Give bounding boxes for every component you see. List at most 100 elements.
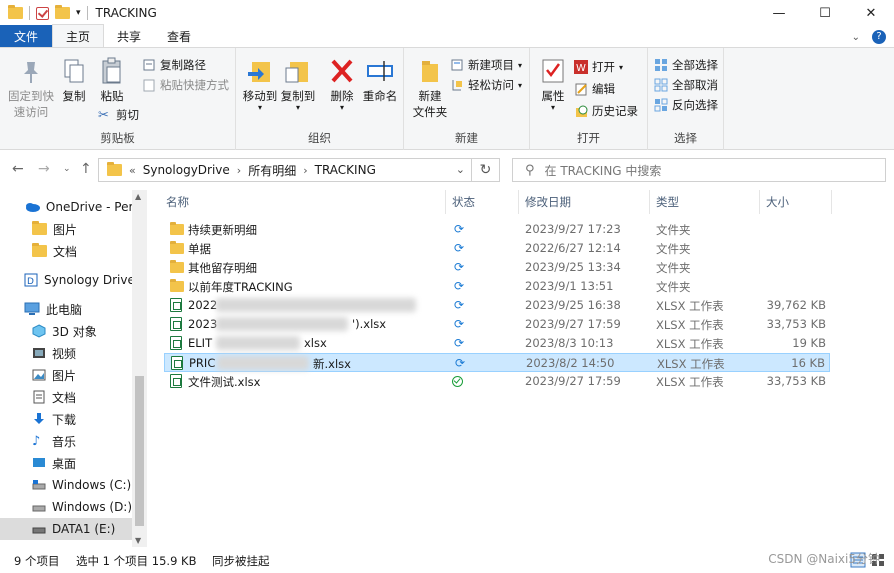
search-input[interactable]: ⚲ 在 TRACKING 中搜索 [512, 158, 886, 182]
file-row[interactable]: 2023 ').xlsx ⟳ 2023/9/27 17:59 XLSX 工作表 33,75… [164, 315, 830, 334]
desktop-icon [33, 458, 45, 467]
column-header-size[interactable]: 大小 [760, 190, 832, 214]
column-header-type[interactable]: 类型 [650, 190, 760, 214]
folder-icon [107, 162, 122, 176]
scroll-thumb[interactable] [135, 376, 144, 526]
properties-icon[interactable] [36, 6, 49, 20]
breadcrumb-details[interactable]: 所有明细 [248, 162, 296, 179]
nav-item-onedrive[interactable]: OneDrive - Perso [0, 196, 147, 218]
file-row[interactable]: PRIC 新.xlsx ⟳ 2023/8/2 14:50 XLSX 工作表 16 KB [164, 353, 830, 372]
address-bar[interactable]: « SynologyDrive › 所有明细 › TRACKING ⌄ ↻ [98, 158, 500, 182]
column-header-modified[interactable]: 修改日期 [519, 190, 650, 214]
nav-item-downloads[interactable]: 下载 [0, 408, 147, 430]
file-name-tail: ').xlsx [352, 317, 387, 331]
syncing-icon: ⟳ [454, 336, 465, 350]
file-name: PRIC [189, 356, 216, 370]
nav-item-synology-drive[interactable]: D Synology Drive - [0, 269, 147, 291]
tab-home[interactable]: 主页 [52, 24, 105, 47]
quick-access-dropdown-icon[interactable]: ▾ [76, 8, 81, 18]
file-name: 2023 [188, 317, 218, 331]
scroll-down-icon[interactable]: ▼ [135, 536, 141, 545]
file-name: 以前年度TRACKING [188, 280, 293, 294]
tab-view[interactable]: 查看 [154, 25, 204, 47]
cut-button[interactable]: ✂ 剪切 [98, 106, 139, 124]
tab-share[interactable]: 共享 [104, 25, 154, 47]
group-select: 全部选择 全部取消 反向选择 选择 [648, 48, 724, 150]
tab-file[interactable]: 文件 [0, 25, 53, 47]
chevron-down-icon[interactable]: ⌄ [456, 163, 465, 176]
nav-item-pictures-pc[interactable]: 图片 [0, 364, 147, 386]
file-name: 2022 [188, 298, 218, 312]
sync-status: 同步被挂起 [212, 554, 270, 568]
up-arrow-icon[interactable]: ↑ [80, 161, 92, 177]
nav-item-3d-objects[interactable]: 3D 对象 [0, 320, 147, 342]
copy-to-icon [284, 56, 312, 86]
new-folder-icon[interactable] [55, 5, 70, 19]
group-clipboard: 固定到快 速访问 复制 粘贴 复制路径 粘贴快捷方式 ✂ 剪切 剪贴板 [0, 48, 236, 150]
folder-icon[interactable] [8, 5, 23, 19]
easy-access-button[interactable]: 轻松访问 ▾ [450, 76, 522, 94]
search-icon: ⚲ [525, 162, 535, 178]
history-button[interactable]: 历史记录 [574, 102, 638, 120]
nav-item-drive-c[interactable]: Windows (C:) [0, 474, 147, 496]
nav-item-desktop[interactable]: 桌面 [0, 452, 147, 474]
file-row[interactable]: 持续更新明细 ⟳ 2023/9/27 17:23 文件夹 [164, 220, 830, 239]
excel-file-icon [170, 336, 182, 350]
paste-button[interactable]: 粘贴 [96, 56, 128, 104]
group-new: 新建 文件夹 新建项目 ▾ 轻松访问 ▾ 新建 [404, 48, 530, 150]
folder-icon [170, 260, 184, 273]
nav-scrollbar[interactable]: ▲ ▼ [132, 190, 147, 547]
copy-path-button[interactable]: 复制路径 [142, 56, 206, 74]
nav-item-videos[interactable]: 视频 [0, 342, 147, 364]
pin-quick-access-button[interactable]: 固定到快 速访问 [6, 56, 56, 120]
nav-item-documents-pc[interactable]: 文档 [0, 386, 147, 408]
minimize-button[interactable]: — [756, 0, 802, 26]
select-all-button[interactable]: 全部选择 [654, 56, 718, 74]
pin-icon [17, 56, 45, 86]
scroll-up-icon[interactable]: ▲ [135, 192, 141, 201]
new-folder-button[interactable]: 新建 文件夹 [410, 56, 450, 120]
copy-to-button[interactable]: 复制到 ▾ [278, 56, 318, 112]
close-button[interactable]: ✕ [848, 0, 894, 26]
maximize-button[interactable]: ☐ [802, 0, 848, 26]
open-button[interactable]: W 打开 ▾ [574, 58, 623, 76]
nav-item-pictures[interactable]: 图片 [0, 218, 147, 240]
file-row[interactable]: 2022 ⟳ 2023/9/25 16:38 XLSX 工作表 39,762 KB [164, 296, 830, 315]
file-row[interactable]: 单据 ⟳ 2022/6/27 12:14 文件夹 [164, 239, 830, 258]
back-arrow-icon[interactable]: ← [12, 161, 24, 177]
copy-button[interactable]: 复制 [58, 56, 90, 104]
column-header-name[interactable]: 名称 [160, 190, 446, 214]
file-row[interactable]: 其他留存明细 ⟳ 2023/9/25 13:34 文件夹 [164, 258, 830, 277]
nav-item-documents[interactable]: 文档 [0, 240, 147, 262]
file-row[interactable]: 以前年度TRACKING ⟳ 2023/9/1 13:51 文件夹 [164, 277, 830, 296]
forward-arrow-icon[interactable]: → [38, 161, 50, 177]
move-to-button[interactable]: 移动到 ▾ [240, 56, 280, 112]
file-row[interactable]: 文件测试.xlsx 2023/9/27 17:59 XLSX 工作表 33,753 K… [164, 372, 830, 391]
file-row[interactable]: ELIT xlsx ⟳ 2023/8/3 10:13 XLSX 工作表 19 KB [164, 334, 830, 353]
edit-pencil-icon [574, 82, 588, 96]
chevron-right-icon[interactable]: › [303, 164, 307, 177]
invert-selection-button[interactable]: 反向选择 [654, 96, 718, 114]
rename-button[interactable]: 重命名 [360, 56, 400, 104]
refresh-icon[interactable]: ↻ [471, 159, 499, 181]
delete-button[interactable]: 删除 ▾ [326, 56, 358, 112]
properties-button[interactable]: 属性 ▾ [536, 56, 570, 112]
ribbon-expand-icon[interactable]: ⌄ [852, 32, 860, 43]
select-all-icon [654, 58, 668, 72]
nav-item-music[interactable]: ♪ 音乐 [0, 430, 147, 452]
column-header-status[interactable]: 状态 [446, 190, 519, 214]
breadcrumb-tracking[interactable]: TRACKING [315, 163, 376, 177]
chevron-right-icon[interactable]: › [237, 164, 241, 177]
edit-button[interactable]: 编辑 [574, 80, 615, 98]
synology-icon: D [24, 273, 38, 287]
new-item-button[interactable]: 新建项目 ▾ [450, 56, 522, 74]
nav-item-this-pc[interactable]: 此电脑 [0, 298, 147, 320]
recent-locations-icon[interactable]: ⌄ [63, 164, 71, 174]
select-none-button[interactable]: 全部取消 [654, 76, 718, 94]
nav-item-drive-e[interactable]: DATA1 (E:) [0, 518, 147, 540]
help-icon[interactable]: ? [872, 30, 886, 44]
nav-item-drive-d[interactable]: Windows (D:) [0, 496, 147, 518]
paste-shortcut-button[interactable]: 粘贴快捷方式 [142, 76, 229, 94]
file-modified: 2022/6/27 12:14 [525, 241, 621, 255]
breadcrumb-synologydrive[interactable]: SynologyDrive [143, 163, 230, 177]
